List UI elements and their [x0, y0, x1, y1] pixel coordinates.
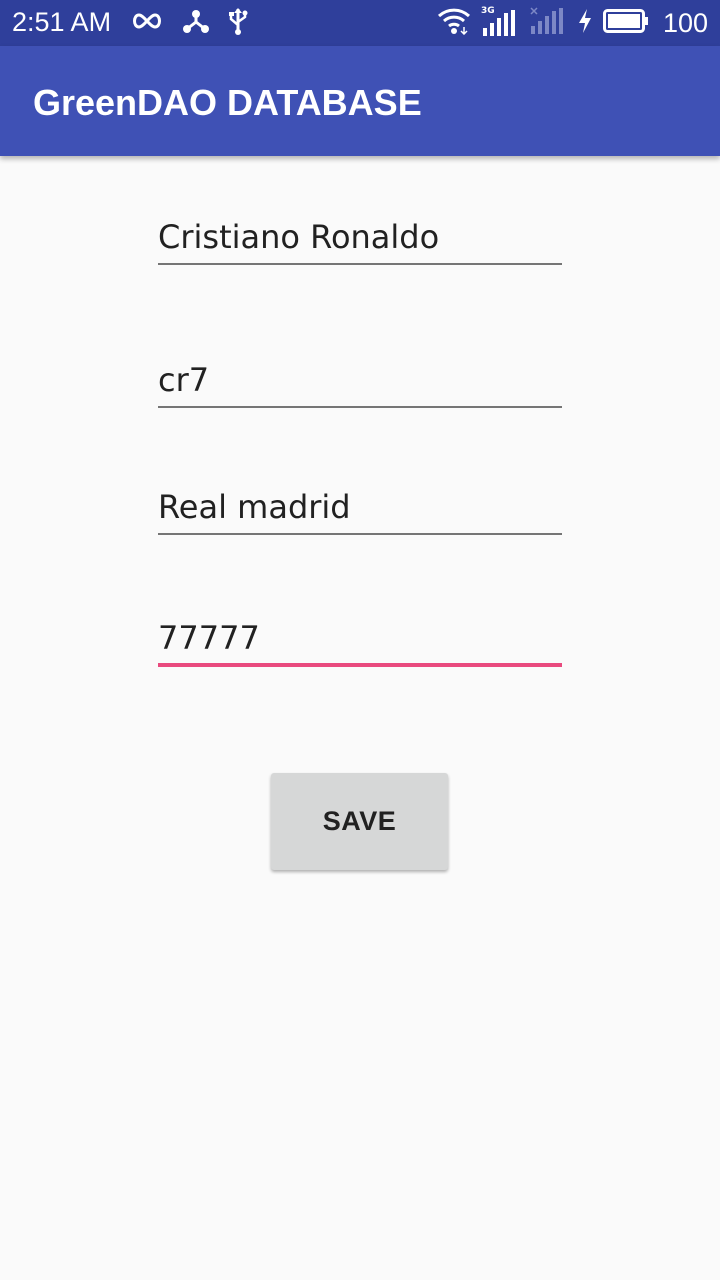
infinity-icon [130, 11, 164, 36]
number-field-underline-focused [158, 663, 562, 667]
status-icons-right: 3G 100 [437, 6, 708, 40]
battery-icon [602, 8, 649, 39]
nickname-field-underline [158, 406, 562, 408]
network-type-label: 3G [480, 6, 495, 16]
charging-icon [577, 8, 593, 39]
nickname-field[interactable] [158, 360, 562, 408]
name-input[interactable] [158, 217, 562, 257]
club-field-underline [158, 533, 562, 535]
app-bar: GreenDAO DATABASE [0, 46, 720, 156]
battery-level: 100 [662, 8, 708, 38]
usb-icon [228, 7, 248, 40]
nickname-input[interactable] [158, 360, 562, 400]
wifi-icon [437, 7, 471, 40]
number-input[interactable] [158, 618, 562, 658]
status-bar: 2:51 AM 3G 100 [0, 0, 720, 46]
signal-3g-icon: 3G [480, 6, 519, 38]
signal-no-sim-icon [529, 6, 567, 41]
status-time: 2:51 AM [12, 7, 112, 37]
share-icon [182, 8, 210, 39]
app-title: GreenDAO DATABASE [33, 82, 422, 123]
name-field[interactable] [158, 217, 562, 265]
number-field[interactable] [158, 618, 562, 668]
save-button[interactable]: SAVE [271, 773, 448, 870]
status-icons-left [130, 7, 248, 40]
club-field[interactable] [158, 487, 562, 535]
name-field-underline [158, 263, 562, 265]
club-input[interactable] [158, 487, 562, 527]
